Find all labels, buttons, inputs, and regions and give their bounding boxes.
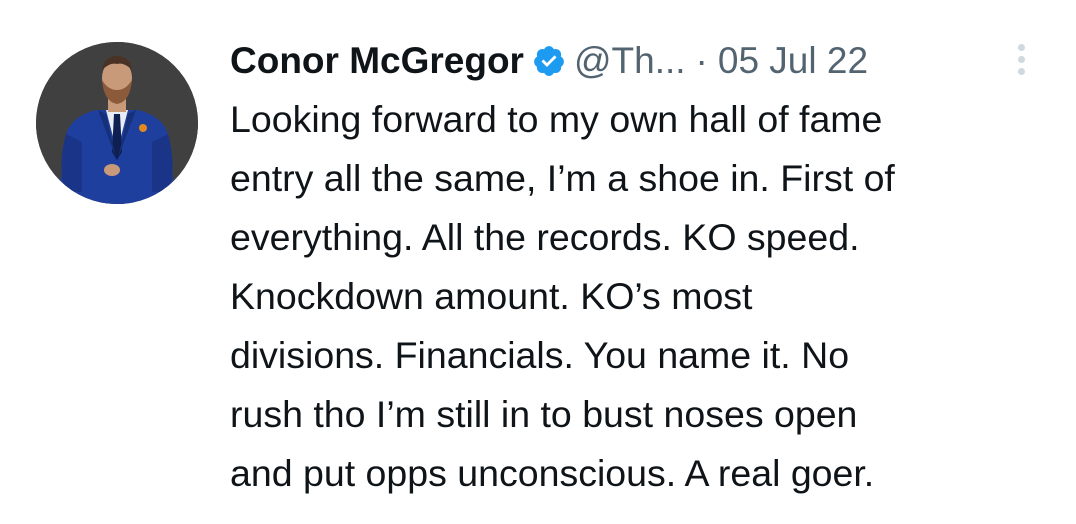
tweet[interactable]: Conor McGregor @Th... · 05 Jul 22 Lookin…: [0, 0, 1076, 524]
tweet-text-line: everything. All the records. KO speed.: [230, 216, 860, 258]
author-name[interactable]: Conor McGregor: [230, 38, 524, 84]
avatar[interactable]: [36, 42, 198, 204]
more-dot: [1017, 55, 1025, 63]
tweet-date[interactable]: 05 Jul 22: [718, 38, 868, 84]
tweet-text-line: and put opps unconscious. A real goer.: [230, 452, 875, 494]
author-handle[interactable]: @Th...: [574, 38, 686, 84]
tweet-text-line: entry all the same, I’m a shoe in. First…: [230, 157, 895, 199]
verified-badge-icon: [532, 44, 566, 78]
more-vertical-icon[interactable]: [1008, 36, 1034, 82]
tweet-text-line: Looking forward to my own hall of fame: [230, 98, 883, 140]
header-separator: ·: [695, 40, 708, 81]
tweet-text-line: divisions. Financials. You name it. No: [230, 334, 850, 376]
avatar-image: [36, 42, 198, 204]
more-dot: [1017, 67, 1025, 75]
more-dot: [1017, 43, 1025, 51]
tweet-text-line: rush tho I’m still in to bust noses open: [230, 393, 858, 435]
tweet-text-line: Knockdown amount. KO’s most: [230, 275, 753, 317]
tweet-text: Looking forward to my own hall of fame e…: [230, 90, 1060, 503]
tweet-header: Conor McGregor @Th... · 05 Jul 22: [230, 38, 1030, 84]
